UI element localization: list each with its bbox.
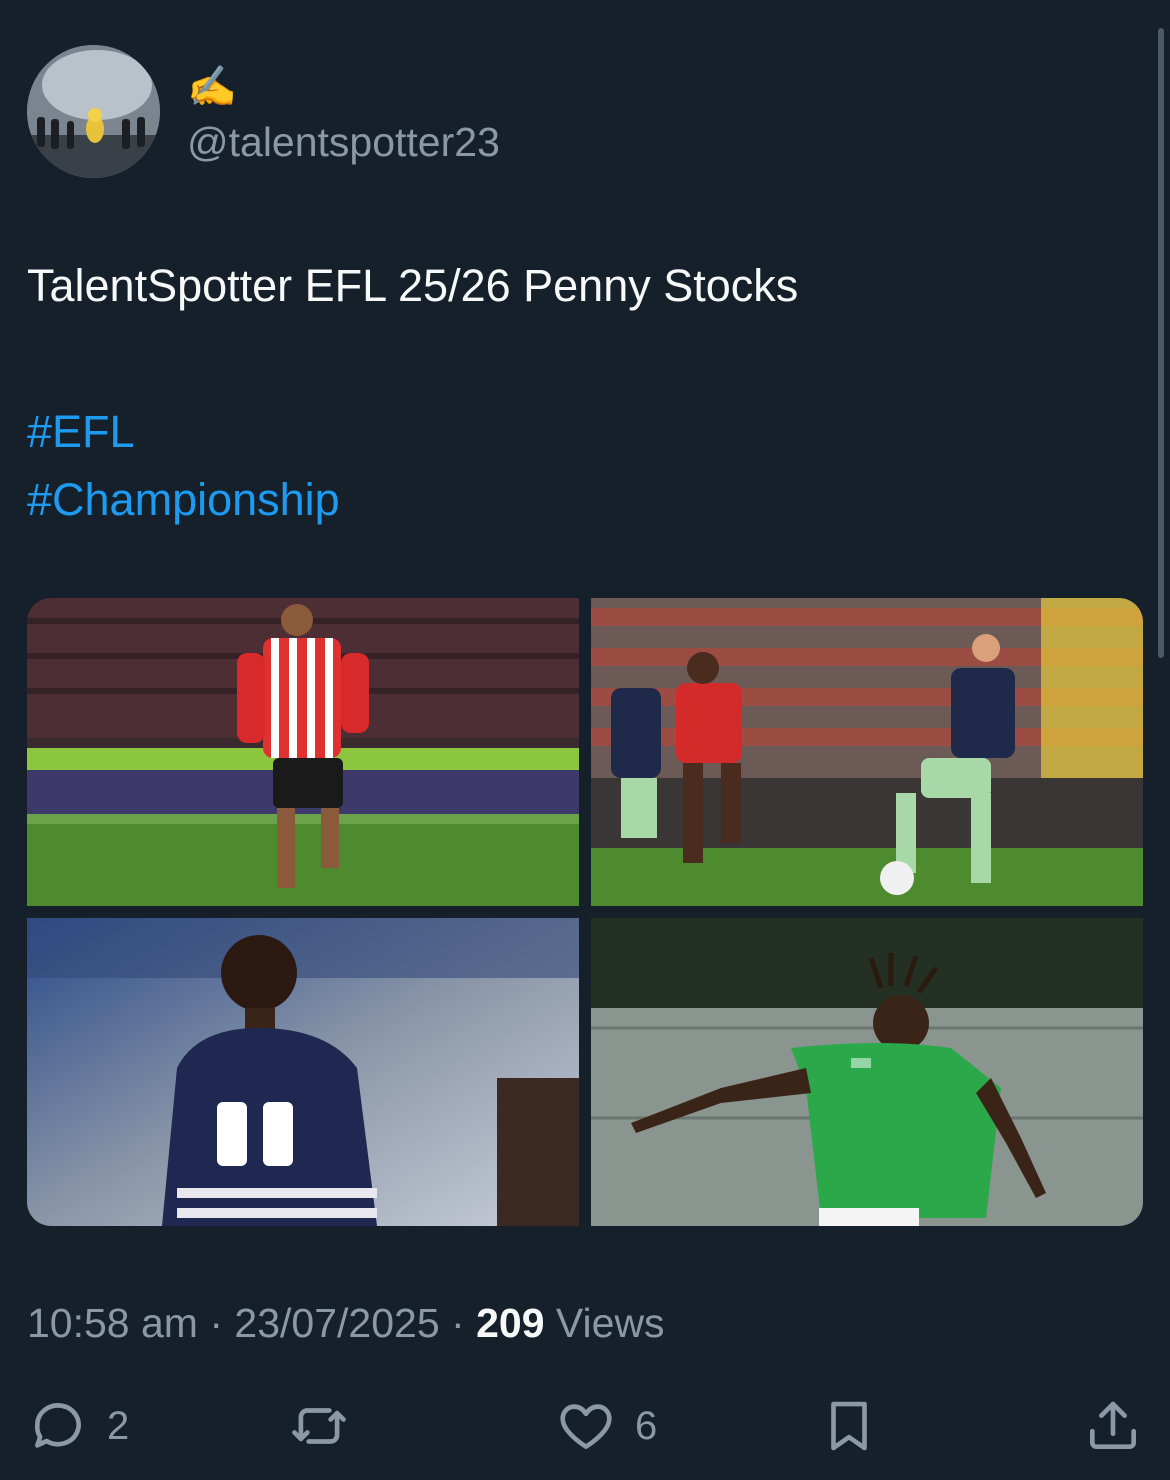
hashtag-efl[interactable]: #EFL — [27, 398, 340, 466]
tweet-header: ✍️ @talentspotter23 — [27, 45, 827, 180]
display-name[interactable]: ✍️ — [187, 63, 237, 111]
reply-count: 2 — [107, 1403, 130, 1448]
retweet-button[interactable] — [288, 1390, 368, 1462]
reply-button[interactable]: 2 — [27, 1390, 129, 1462]
hashtag-list: #EFL #Championship — [27, 398, 340, 534]
photo-bangura-williams-31[interactable] — [27, 918, 579, 1226]
views-count: 209 — [476, 1300, 545, 1346]
hashtag-championship[interactable]: #Championship — [27, 466, 340, 534]
views-label: Views — [555, 1300, 665, 1346]
tweet-time[interactable]: 10:58 am — [27, 1300, 198, 1346]
share-button[interactable] — [1082, 1390, 1144, 1462]
reply-icon — [34, 1403, 81, 1448]
tweet-meta: 10:58 am · 23/07/2025 · 209 Views — [27, 1298, 665, 1348]
meta-separator: · — [209, 1300, 224, 1346]
avatar[interactable] — [27, 45, 160, 178]
tweet-date[interactable]: 23/07/2025 — [234, 1300, 439, 1346]
photo-charlton-match-action[interactable] — [591, 598, 1143, 906]
photo-green-kit-player-4[interactable] — [591, 918, 1143, 1226]
retweet-icon — [292, 1408, 346, 1444]
media-grid — [27, 598, 1143, 1226]
photo-sheffield-united-player-39[interactable] — [27, 598, 579, 906]
heart-icon — [560, 1404, 612, 1449]
bookmark-icon — [831, 1401, 867, 1451]
action-bar: 2 6 — [0, 1390, 1170, 1462]
bookmark-button[interactable] — [818, 1390, 880, 1462]
meta-separator: · — [451, 1300, 465, 1346]
scrollbar[interactable] — [1158, 28, 1164, 658]
user-handle[interactable]: @talentspotter23 — [187, 117, 500, 167]
share-icon — [1090, 1401, 1136, 1449]
tweet-detail-page: ✍️ @talentspotter23 TalentSpotter EFL 25… — [0, 0, 1170, 1480]
like-count: 6 — [635, 1403, 658, 1448]
like-button[interactable]: 6 — [555, 1390, 657, 1462]
tweet-text: TalentSpotter EFL 25/26 Penny Stocks — [27, 260, 799, 311]
